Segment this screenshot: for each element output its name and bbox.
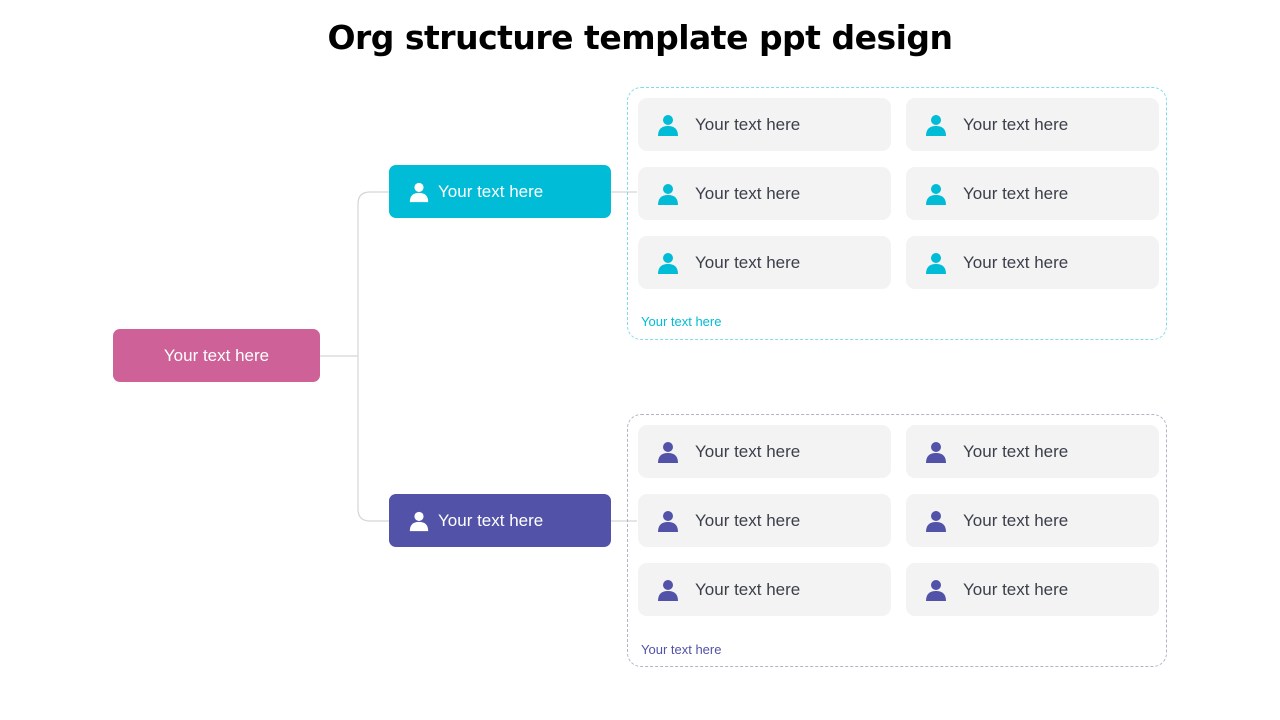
member-label: Your text here	[963, 510, 1069, 530]
member-label: Your text here	[963, 441, 1069, 461]
person-icon	[656, 113, 680, 137]
member-label: Your text here	[963, 114, 1069, 134]
person-icon	[656, 509, 680, 533]
member-label: Your text here	[695, 441, 801, 461]
root-node[interactable]: Your text here	[113, 329, 320, 382]
member-label: Your text here	[963, 252, 1069, 272]
member-card[interactable]: Your text here	[638, 167, 891, 220]
person-icon	[924, 251, 948, 275]
branch-node-bottom[interactable]: Your text here	[389, 494, 611, 547]
member-card[interactable]: Your text here	[906, 167, 1159, 220]
team-group-bottom: Your text here Your text here Your text …	[627, 414, 1167, 667]
member-card[interactable]: Your text here	[906, 494, 1159, 547]
group-caption: Your text here	[641, 642, 722, 657]
member-card[interactable]: Your text here	[906, 236, 1159, 289]
person-icon	[924, 182, 948, 206]
member-label: Your text here	[695, 252, 801, 272]
member-card[interactable]: Your text here	[638, 563, 891, 616]
member-card[interactable]: Your text here	[638, 494, 891, 547]
person-icon	[656, 182, 680, 206]
team-group-top: Your text here Your text here Your text …	[627, 87, 1167, 340]
branch-node-label: Your text here	[438, 181, 544, 201]
member-card[interactable]: Your text here	[638, 98, 891, 151]
person-icon	[656, 440, 680, 464]
branch-node-top[interactable]: Your text here	[389, 165, 611, 218]
member-label: Your text here	[695, 114, 801, 134]
trunk-connector	[357, 191, 389, 522]
person-icon	[656, 578, 680, 602]
member-label: Your text here	[695, 183, 801, 203]
member-label: Your text here	[695, 579, 801, 599]
group-caption: Your text here	[641, 314, 722, 329]
person-icon	[924, 440, 948, 464]
member-label: Your text here	[963, 579, 1069, 599]
person-icon	[924, 578, 948, 602]
page-title: Org structure template ppt design	[327, 18, 953, 57]
member-label: Your text here	[695, 510, 801, 530]
person-icon	[656, 251, 680, 275]
branch-node-label: Your text here	[438, 510, 544, 530]
person-icon	[408, 181, 430, 203]
member-label: Your text here	[963, 183, 1069, 203]
root-node-label: Your text here	[163, 345, 270, 365]
person-icon	[924, 113, 948, 137]
member-card[interactable]: Your text here	[906, 563, 1159, 616]
member-card[interactable]: Your text here	[638, 236, 891, 289]
person-icon	[924, 509, 948, 533]
person-icon	[408, 510, 430, 532]
member-card[interactable]: Your text here	[906, 98, 1159, 151]
member-card[interactable]: Your text here	[906, 425, 1159, 478]
member-card[interactable]: Your text here	[638, 425, 891, 478]
